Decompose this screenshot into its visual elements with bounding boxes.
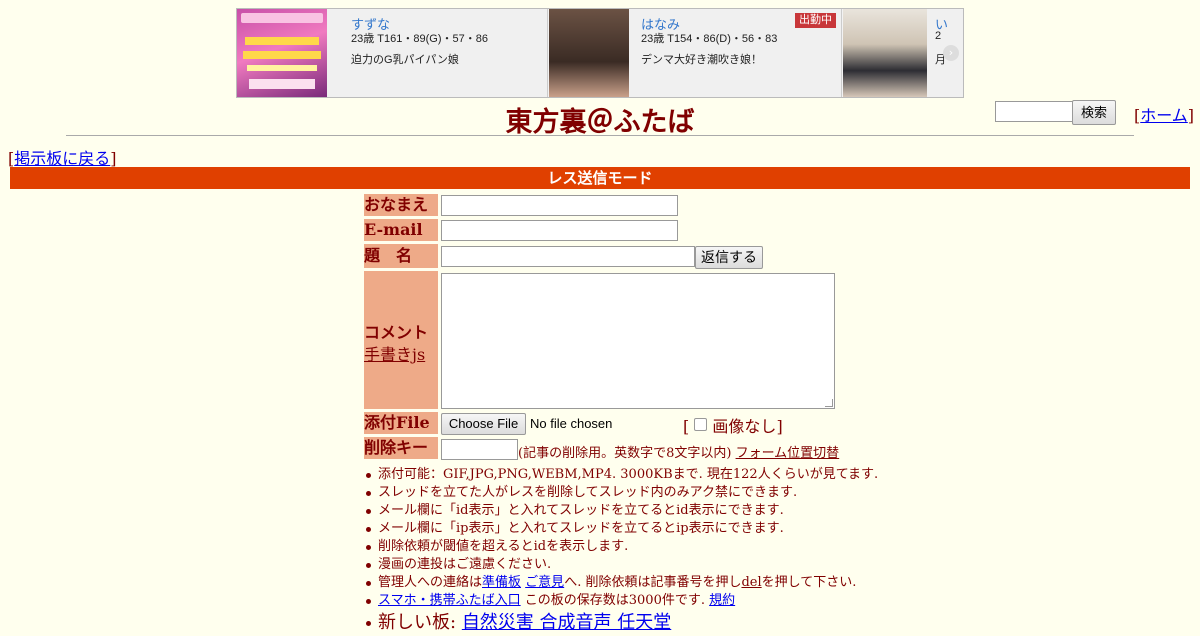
- list-item: メール欄に「ip表示」と入れてスレッドを立てるとip表示にできます.: [365, 520, 878, 538]
- prep-board-link[interactable]: 準備板: [482, 575, 521, 590]
- delete-key-input[interactable]: [441, 439, 518, 460]
- list-item: 管理人への連絡は準備板 ご意見へ. 削除依頼は記事番号を押しdelを押して下さい…: [365, 574, 878, 592]
- delete-key-note: (記事の削除用。英数字で8文字以内) フォーム位置切替: [518, 446, 840, 461]
- rules-link[interactable]: 規約: [709, 593, 735, 608]
- valentine-event-banner[interactable]: [237, 9, 327, 97]
- name-label: おなまえ: [364, 194, 438, 216]
- divider: [66, 135, 1134, 136]
- feedback-link[interactable]: ご意見: [525, 575, 564, 590]
- card-stats: 23歳 T154・86(D)・56・83: [641, 33, 778, 45]
- search-input[interactable]: [995, 101, 1073, 122]
- back-to-board-link[interactable]: 掲示板に戻る: [14, 149, 110, 168]
- no-image-option: [ 画像なし]: [683, 417, 783, 436]
- list-item: 漫画の連投はご遠慮ください.: [365, 556, 878, 574]
- no-image-label: 画像なし: [712, 417, 777, 436]
- submit-reply-button[interactable]: 返信する: [695, 246, 763, 269]
- banner-card[interactable]: すずな 23歳 T161・89(G)・57・86 迫力のG乳パイパン娘: [327, 9, 548, 97]
- list-item: 添付可能：GIF,JPG,PNG,WEBM,MP4. 3000KBまで. 現在1…: [365, 467, 879, 482]
- notes-list: 添付可能：GIF,JPG,PNG,WEBM,MP4. 3000KBまで. 現在1…: [364, 466, 878, 636]
- no-image-checkbox[interactable]: [694, 418, 708, 431]
- list-item: スマホ・携帯ふたば入口 この板の保存数は3000件です. 規約: [365, 592, 878, 610]
- card-photo: [843, 9, 927, 97]
- name-input[interactable]: [441, 195, 678, 216]
- chevron-right-icon[interactable]: ›: [943, 45, 959, 61]
- comment-label-cell: コメント 手書きjs: [364, 271, 438, 409]
- search-button[interactable]: 検索: [1072, 100, 1116, 125]
- ad-banner-carousel[interactable]: ‹ すずな 23歳 T161・89(G)・57・86 迫力のG乳パイパン娘 はな…: [236, 8, 964, 98]
- status-badge: 出勤中: [795, 13, 836, 28]
- back-link-wrapper: [掲示板に戻る]: [8, 149, 117, 168]
- email-input[interactable]: [441, 220, 678, 241]
- card-photo: [549, 9, 629, 97]
- form-position-toggle-link[interactable]: フォーム位置切替: [736, 446, 840, 461]
- reply-mode-bar: レス送信モード: [10, 167, 1190, 189]
- comment-textarea[interactable]: [441, 273, 835, 409]
- file-status: No file chosen: [530, 416, 613, 431]
- comment-label: コメント: [364, 323, 429, 342]
- home-link[interactable]: ホーム: [1140, 106, 1188, 125]
- subject-label: 題 名: [364, 244, 438, 268]
- card-stats: 23歳 T161・89(G)・57・86: [351, 33, 488, 45]
- card-description: 迫力のG乳パイパン娘: [351, 54, 459, 66]
- list-item: スレッドを立てた人がレスを削除してスレッド内のみアク禁にできます.: [365, 484, 878, 502]
- list-item: メール欄に「id表示」と入れてスレッドを立てるとid表示にできます.: [365, 502, 878, 520]
- mobile-entrance-link[interactable]: スマホ・携帯ふたば入口: [378, 593, 521, 608]
- list-item: 新しい板: 自然災害 合成音声 任天堂: [365, 610, 878, 636]
- delete-key-label: 削除キー: [364, 437, 438, 459]
- handwriting-link[interactable]: 手書きjs: [364, 341, 425, 365]
- list-item: 削除依頼が閾値を超えるとidを表示します.: [365, 538, 878, 556]
- banner-card[interactable]: はなみ 出勤中 23歳 T154・86(D)・56・83 デンマ大好き潮吹き娘！: [549, 9, 842, 97]
- resize-handle-icon[interactable]: [825, 399, 833, 407]
- choose-file-button[interactable]: Choose File: [441, 413, 526, 435]
- file-label: 添付File: [364, 412, 438, 434]
- card-stats: 2: [935, 30, 942, 42]
- del-link[interactable]: del: [741, 575, 761, 590]
- subject-input[interactable]: [441, 246, 695, 267]
- home-link-wrapper: [ホーム]: [1134, 106, 1195, 125]
- card-description: デンマ大好き潮吹き娘！: [641, 54, 762, 66]
- email-label: E-mail: [364, 219, 438, 241]
